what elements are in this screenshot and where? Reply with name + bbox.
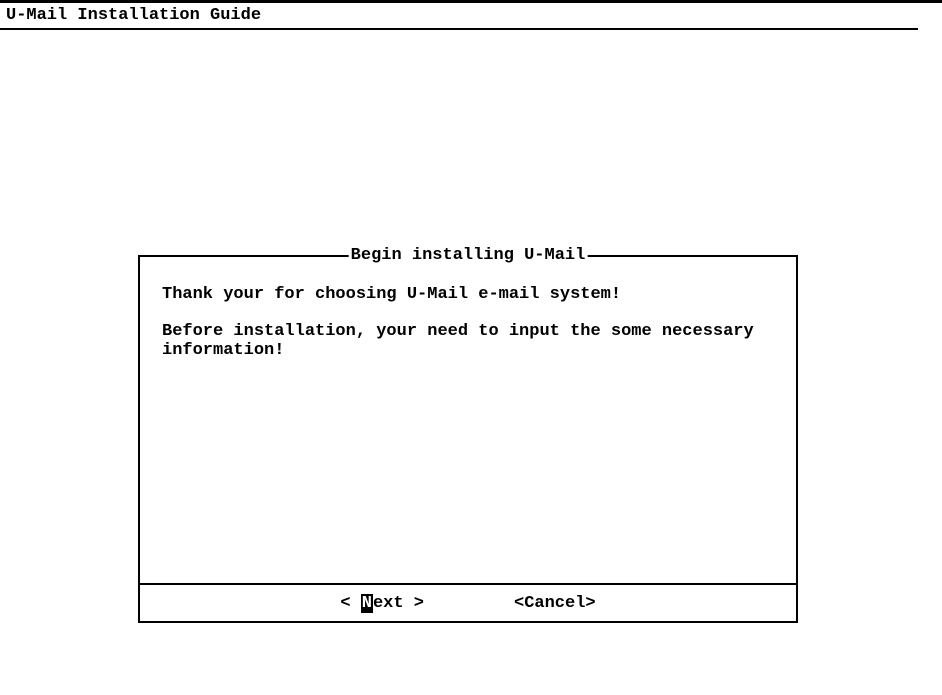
next-button-prefix: < [340, 594, 360, 613]
dialog-title: Begin installing U-Mail [349, 246, 588, 265]
dialog-text-line2: Before installation, your need to input … [162, 322, 774, 361]
next-button[interactable]: < Next > [340, 594, 424, 613]
next-button-hotkey: N [361, 594, 373, 613]
next-button-rest: ext > [373, 594, 424, 613]
title-underline [0, 28, 918, 30]
page-title: U-Mail Installation Guide [0, 3, 942, 28]
button-bar: < Next > <Cancel> [138, 583, 798, 623]
cancel-button[interactable]: <Cancel> [514, 594, 596, 613]
dialog-wrapper: Begin installing U-Mail Thank your for c… [138, 255, 798, 623]
dialog-box: Begin installing U-Mail Thank your for c… [138, 255, 798, 585]
dialog-text-line1: Thank your for choosing U-Mail e-mail sy… [162, 285, 774, 305]
dialog-content: Thank your for choosing U-Mail e-mail sy… [140, 257, 796, 361]
